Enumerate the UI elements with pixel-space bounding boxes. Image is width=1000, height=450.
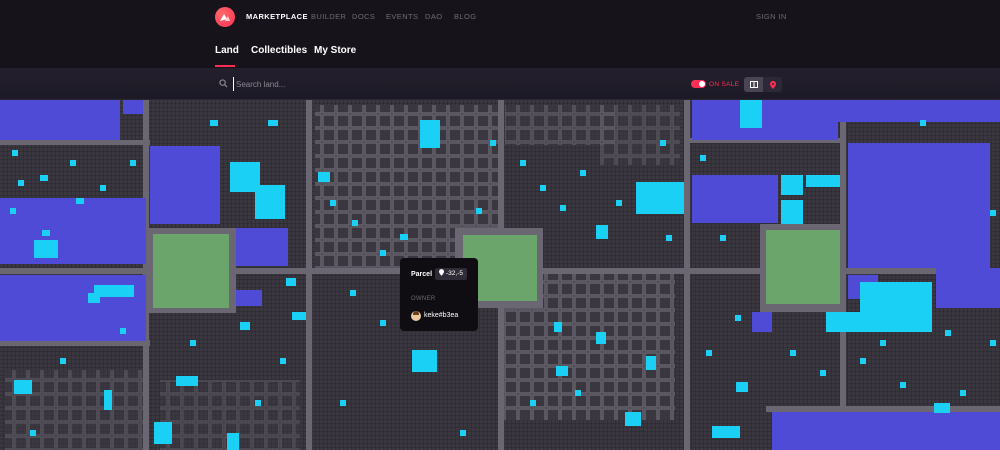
avatar	[411, 311, 421, 321]
pin-icon	[439, 269, 444, 276]
section-tabs: Land Collectibles My Store	[0, 34, 1000, 68]
plaza	[766, 230, 840, 304]
on-sale-toggle[interactable]	[691, 80, 706, 88]
owner-name: keke#b3ea	[424, 312, 459, 319]
top-navbar: MARKETPLACE BUILDER DOCS EVENTS DAO BLOG…	[0, 0, 1000, 34]
search-input[interactable]	[233, 77, 533, 91]
nav-events[interactable]: EVENTS	[386, 12, 418, 21]
tab-my-store[interactable]: My Store	[314, 45, 356, 56]
nav-dao[interactable]: DAO	[425, 12, 442, 21]
view-switch	[744, 77, 782, 92]
pin-icon	[769, 80, 776, 89]
search-icon	[219, 79, 228, 88]
sign-in-link[interactable]: SIGN IN	[756, 12, 787, 21]
coordinates-badge: -32,-5	[435, 268, 467, 280]
land-map[interactable]	[0, 100, 1000, 450]
parcel-tooltip: Parcel -32,-5 OWNER keke#b3ea	[400, 258, 478, 331]
nav-docs[interactable]: DOCS	[352, 12, 375, 21]
nav-builder[interactable]: BUILDER	[311, 12, 346, 21]
nav-blog[interactable]: BLOG	[454, 12, 476, 21]
plaza	[153, 234, 229, 308]
filter-bar	[0, 68, 1000, 100]
map-view-button[interactable]	[763, 77, 782, 92]
logo[interactable]	[215, 7, 235, 27]
active-tab-indicator	[215, 65, 235, 67]
parcel-title: Parcel	[411, 271, 433, 278]
on-sale-label: ON SALE	[709, 81, 740, 88]
coordinates-value: -32,-5	[446, 270, 463, 277]
grid-view-button[interactable]	[744, 77, 763, 92]
logo-icon	[220, 14, 230, 21]
owner-label: OWNER	[411, 296, 436, 302]
nav-marketplace[interactable]: MARKETPLACE	[246, 12, 308, 21]
tab-land[interactable]: Land	[215, 45, 239, 56]
tab-collectibles[interactable]: Collectibles	[251, 45, 307, 56]
grid-icon	[749, 81, 758, 88]
